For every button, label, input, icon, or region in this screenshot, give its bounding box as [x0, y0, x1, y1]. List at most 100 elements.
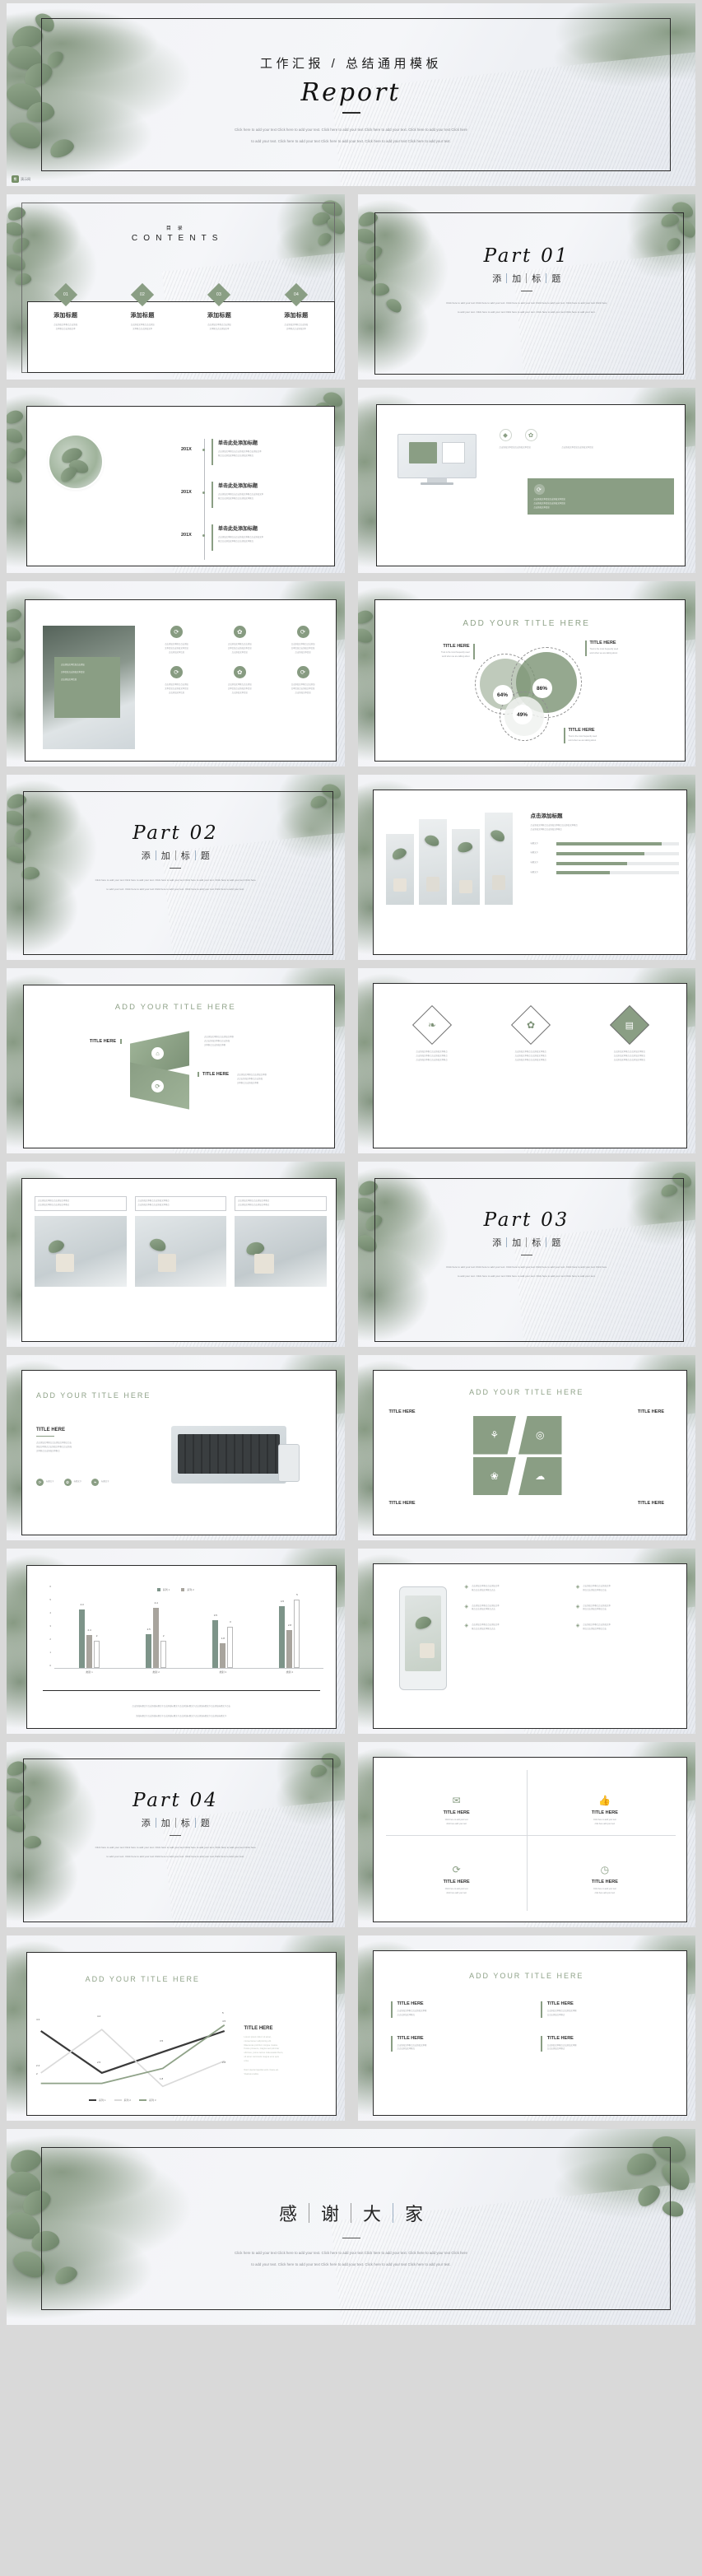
part04-slide[interactable]: Part 04 添 加 标 题 Click here to add your t…	[7, 1742, 345, 1927]
hbar-row: 标题文字	[531, 861, 679, 865]
list-item[interactable]: ◈ 点击添加文本框点点击添加文本 框点点击添加文本框点点击	[576, 1605, 676, 1613]
line-chart-slide[interactable]: ADD YOUR TITLE HERE 4.3 2.4 2 4.4 2.5 3.…	[7, 1935, 345, 2121]
venn-label-title: TITLE HERE	[568, 728, 595, 733]
device-panel-line3: 点击添加文本信息	[533, 505, 550, 509]
mail-grid-slide[interactable]: ✉ TITLE HERE Click here to add your text…	[357, 1742, 695, 1927]
refresh-icon[interactable]: ⟳	[151, 1080, 164, 1092]
contents-heading-cn: 目 录	[165, 226, 185, 231]
refresh-icon[interactable]: ⟳	[170, 626, 183, 638]
contents-number-01: 01	[63, 292, 68, 297]
photo-card[interactable]: 点击添加文本框点点击添加文本框点 点击添加文本框点点击添加文本框点	[235, 1196, 327, 1287]
list-item[interactable]: ◈ 点击添加文本框点点击添加文本 框点点击添加文本框点点击	[465, 1623, 565, 1632]
laptop-slide[interactable]: ADD YOUR TITLE HERE TITLE HERE 点击添加文本框点点…	[7, 1355, 345, 1540]
laptop-chip[interactable]: ✿ 标题文字	[63, 1479, 81, 1486]
ribbon-slide[interactable]: ADD YOUR TITLE HERE ⌂ ⟳ TITLE HERE 点击添加文…	[7, 968, 345, 1153]
venn-slide[interactable]: ADD YOUR TITLE HERE 64% 86% 49% TITLE HE…	[357, 581, 695, 766]
icon-cell[interactable]: ✿ 点击添加文本框点点击添加 文本信息点击添加文本信息 点击添加文本信息	[212, 666, 268, 695]
icon-cell[interactable]: ⟳ 点击添加文本框点点击添加 文本信息点击添加文本信息 点击添加文本信息	[148, 666, 205, 695]
list-item[interactable]: ◈ 点击添加文本框点点击添加文本 框点点击添加文本框点点击	[576, 1585, 676, 1593]
three-photo-slide[interactable]: 点击添加文本框点点击添加文本框点 点击添加文本框点点击添加文本框点 点击添加文本…	[7, 1162, 345, 1347]
part03-slide[interactable]: Part 03 添 加 标 题 Click here to add your t…	[357, 1162, 695, 1347]
timeline-slide[interactable]: 201X 单击此处添加标题 点击添加文本框点击点击添加文本框点击添加文本 框点点…	[7, 388, 345, 573]
refresh-icon[interactable]: ⟳	[170, 666, 183, 679]
refresh-icon[interactable]: ⟳	[296, 666, 309, 679]
text-block[interactable]: TITLE HERE 点击添加文本框点点击添加文本框 点点击添加文本框点	[390, 2001, 523, 2018]
list-item[interactable]: ◈ 点击添加文本框点点击添加文本 框点点击添加文本框点点击	[465, 1605, 565, 1613]
contents-item-02[interactable]: 02 添加标题 点击添加文本框点点击添加 文本框点点击添加文本	[104, 282, 180, 371]
target-icon[interactable]: ◎	[518, 1416, 562, 1455]
photo-card[interactable]: 点击添加文本框点点击添加文本框点 点击添加文本框点点击添加文本框点	[134, 1196, 226, 1287]
pots-chart-slide[interactable]: 点击添加标题 点击添加文本框点点击添加文本框点点击添加文本框点 点击添加文本框点…	[357, 775, 695, 960]
icon-cell[interactable]: ✿ 点击添加文本框点点击添加 文本信息点击添加文本信息 点击添加文本信息	[212, 626, 268, 654]
bar-x-axis	[54, 1668, 323, 1669]
diamond-item[interactable]: ▤ 点击添加文本框点点击添加文本框点 点击添加文本框点点击添加文本框点 点击添加…	[584, 1004, 675, 1062]
icon-cell[interactable]: ⟳ 点击添加文本框点点击添加 文本信息点击添加文本信息 点击添加文本信息	[148, 626, 205, 654]
diamond-item[interactable]: ✿ 点击添加文本框点点击添加文本框点 点击添加文本框点点击添加文本框点 点击添加…	[486, 1004, 576, 1062]
timeline-entry[interactable]: 201X 单击此处添加标题 点击添加文本框点击点击添加文本框点点击添加文本 框点…	[175, 482, 332, 515]
thanks-body-2: to add your text. Click here to add your…	[251, 2262, 451, 2266]
mail-cell[interactable]: ◷ TITLE HERE Click here to add your text…	[531, 1846, 679, 1915]
cover-body-line2: to add your text. Click here to add your…	[251, 138, 451, 143]
icon-cell[interactable]: ⟳ 点击添加文本框点点击添加 文本信息点击添加文本信息 点击添加文本信息	[275, 626, 332, 654]
icon-cell[interactable]: ⟳ 点击添加文本框点点击添加 文本信息点击添加文本信息 点击添加文本信息	[275, 666, 332, 695]
part01-slide[interactable]: Part 01 添 加 标 题 Click here to add your t…	[357, 194, 695, 380]
list-item[interactable]: ◈ 点击添加文本框点点击添加文本 框点点击添加文本框点点击	[465, 1585, 565, 1593]
device-slide[interactable]: ◆ ✿ 点击添加文本信息点击添加文本信息 点击添加文本信息点击添加文本信息 ⟳ …	[357, 388, 695, 573]
line-legend: 系列 1 系列 2 系列 3	[89, 2099, 156, 2102]
contents-slide[interactable]: 目 录 C O N T E N T S 01 添加标题 点击添加文本框点点击添加…	[7, 194, 345, 380]
diamonds3-slide[interactable]: ❧ 点击添加文本框点点击添加文本框点 点击添加文本框点点击添加文本框点 点击添加…	[357, 968, 695, 1153]
hbar-row: 标题文字	[530, 841, 679, 846]
text-block[interactable]: TITLE HERE 点击添加文本框点点击添加文本框 点点击添加文本框点	[540, 2001, 672, 2018]
bar-chart-slide[interactable]: 系列 1 系列 2 654 3210 4.3 2.4 2 2.5 4.4 2 3…	[7, 1549, 345, 1734]
thanks-slide-wrapper: 感 谢 大 家 Click here to add your text Clic…	[0, 2126, 702, 2331]
timeline-dot	[202, 449, 205, 451]
laptop-chip[interactable]: ❧ 标题文字	[91, 1479, 109, 1486]
timeline-desc-2: 框点点击添加文本框点点击添加文本框点	[218, 539, 254, 543]
text-block[interactable]: TITLE HERE 点击添加文本框点点击添加文本框 点点击添加文本框点	[540, 2035, 672, 2052]
thanks-title: 感 谢 大 家	[7, 2200, 695, 2226]
timeline-entry[interactable]: 201X 单击此处添加标题 点击添加文本框点击点击添加文本框点击添加文本 框点点…	[175, 439, 332, 472]
hbar-row: 标题文字	[531, 871, 679, 875]
bar-group: 2.5 4.4 2	[146, 1601, 167, 1668]
icon-grid-slide[interactable]: 点击添加文本信息点击添加 文本信息点击添加文本信息 点击添加文本信息 ⟳ 点击添…	[7, 581, 345, 766]
mail-cell[interactable]: ✉ TITLE HERE Click here to add your text…	[383, 1777, 531, 1846]
hbar-label: 标题文字	[530, 841, 539, 845]
diamond-icon[interactable]: ◆	[499, 429, 512, 441]
share-icon[interactable]: ⚘	[472, 1416, 516, 1455]
diamond-line3: 点击添加文本框点点击添加文本框点	[416, 1058, 448, 1061]
text-block[interactable]: TITLE HERE 点击添加文本框点点击添加文本框 点点击添加文本框点	[390, 2035, 523, 2052]
cloud-icon[interactable]: ☁	[518, 1456, 562, 1495]
people-icon[interactable]: ❀	[472, 1456, 516, 1495]
thanks-cn-3: 大	[363, 2204, 382, 2224]
phone-list-slide[interactable]: ◈ 点击添加文本框点点击添加文本 框点点击添加文本框点点击 ◈ 点击添加文本框点…	[357, 1549, 695, 1734]
thanks-cn-4: 家	[405, 2204, 424, 2224]
part02-slide[interactable]: Part 02 添 加 标 题 Click here to add your t…	[7, 775, 345, 960]
four-panel-slide[interactable]: ADD YOUR TITLE HERE TITLE HERE TITLE HER…	[357, 1355, 695, 1540]
gear-icon[interactable]: ✿	[524, 429, 537, 441]
contents-item-04[interactable]: 04 添加标题 点击添加文本框点点击添加 文本框点点击添加文本	[258, 282, 334, 371]
refresh-icon[interactable]: ⟳	[296, 626, 309, 638]
diamond-item[interactable]: ❧ 点击添加文本框点点击添加文本框点 点击添加文本框点点击添加文本框点 点击添加…	[387, 1004, 477, 1062]
contents-item-01[interactable]: 01 添加标题 点击添加文本框点点击添加 文本框点点击添加文本	[27, 282, 104, 371]
device-green-panel: ⟳ 点击添加文本信息点击添加文本信息 点击添加文本信息点击添加文本信息 点击添加…	[527, 478, 674, 515]
monitor-illustration	[397, 434, 477, 485]
gear-icon[interactable]: ✿	[233, 626, 246, 638]
contents-item-03[interactable]: 03 添加标题 点击添加文本框点点击添加 文本框点点击添加文本	[181, 282, 258, 371]
laptop-chip[interactable]: ⟳ 标题文字	[36, 1479, 54, 1486]
photo-card[interactable]: 点击添加文本框点点击添加文本框点 点击添加文本框点点击添加文本框点	[35, 1196, 127, 1287]
list-item[interactable]: ◈ 点击添加文本框点点击添加文本 框点点击添加文本框点点击	[576, 1623, 676, 1632]
cover-underline	[342, 112, 360, 114]
gear-icon[interactable]: ✿	[233, 666, 246, 679]
text-two-col-slide[interactable]: ADD YOUR TITLE HERE TITLE HERE 点击添加文本框点点…	[357, 1935, 695, 2121]
mail-cell[interactable]: ⟳ TITLE HERE Click here to add your text…	[383, 1846, 531, 1915]
thanks-slide[interactable]: 感 谢 大 家 Click here to add your text Clic…	[7, 2129, 695, 2325]
refresh-icon[interactable]: ⟳	[533, 484, 545, 495]
list-line2: 框点点击添加文本框点点击	[583, 1628, 607, 1631]
home-icon[interactable]: ⌂	[151, 1047, 164, 1060]
timeline-entry[interactable]: 201X 单击此处添加标题 点击添加文本框点击点击添加文本框点点击添加文本 框点…	[175, 524, 332, 557]
part01-title: Part 01	[483, 245, 570, 267]
cover-slide[interactable]: 工作汇报 / 总结通用模板 Report Click here to add y…	[7, 3, 695, 186]
ribbon-heading: ADD YOUR TITLE HERE	[114, 1003, 236, 1012]
bar-divider	[43, 1690, 320, 1691]
mail-cell[interactable]: 👍 TITLE HERE Click here to add your text…	[531, 1777, 679, 1846]
